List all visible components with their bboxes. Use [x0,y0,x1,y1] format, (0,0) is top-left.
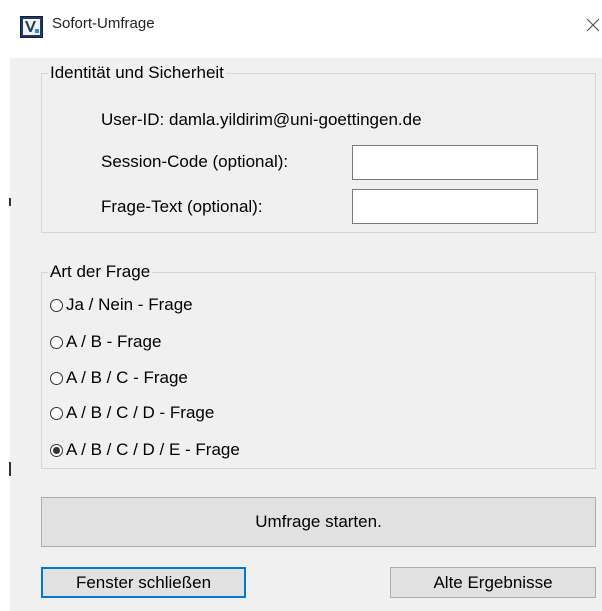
old-results-button[interactable]: Alte Ergebnisse [390,567,596,598]
radio-label: A / B / C / D / E - Frage [66,440,240,459]
window-title: Sofort-Umfrage [52,15,155,32]
radio-label: A / B / C / D - Frage [66,403,215,422]
app-logo-icon [20,16,43,38]
radio-button[interactable] [50,371,63,385]
close-icon [586,18,600,32]
title-bar: Sofort-Umfrage [10,0,602,58]
user-id-text: User-ID: damla.yildirim@uni-goettingen.d… [101,110,422,129]
radio-option-a-b[interactable]: A / B - Frage [50,330,161,354]
session-code-label: Session-Code (optional): [101,152,289,171]
radio-label: A / B / C - Frage [66,368,188,387]
close-window-text-button[interactable]: Fenster schließen [41,567,246,598]
radio-option-a-b-c-d[interactable]: A / B / C / D - Frage [50,401,214,425]
radio-button-selected[interactable] [50,443,63,457]
question-text-label: Frage-Text (optional): [101,197,263,216]
question-type-group-title: Art der Frage [48,262,153,282]
radio-label: Ja / Nein - Frage [66,295,193,314]
close-window-button[interactable] [576,4,602,46]
edge-mark [9,462,11,476]
radio-option-a-b-c-d-e[interactable]: A / B / C / D / E - Frage [50,438,240,462]
session-code-input[interactable] [352,145,538,180]
radio-label: A / B - Frage [66,332,162,351]
radio-option-a-b-c[interactable]: A / B / C - Frage [50,366,188,390]
radio-button[interactable] [50,406,63,420]
start-survey-button[interactable]: Umfrage starten. [41,497,596,547]
radio-button[interactable] [50,298,63,312]
radio-option-yes-no[interactable]: Ja / Nein - Frage [50,293,193,317]
radio-button[interactable] [50,335,63,349]
dialog-window: Sofort-Umfrage Identität und Sicherheit … [0,0,602,611]
edge-mark [9,198,11,206]
identity-group-title: Identität und Sicherheit [48,63,226,83]
question-text-input[interactable] [352,189,538,224]
window-left-edge [0,0,11,611]
